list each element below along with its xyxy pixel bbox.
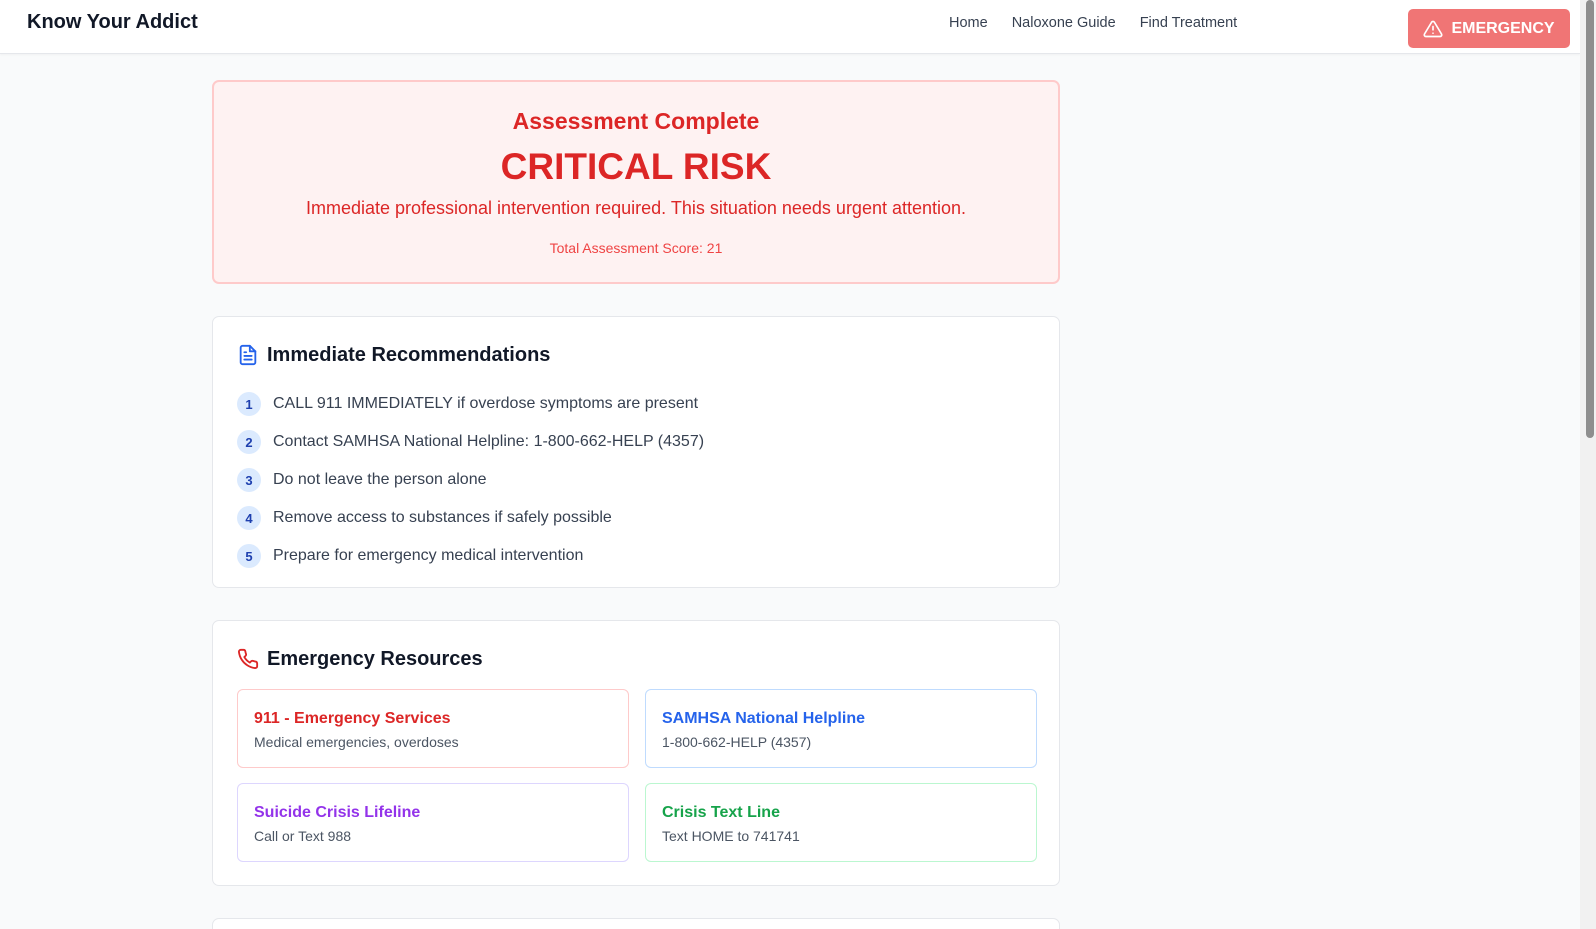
warning-triangle-icon xyxy=(1423,20,1443,37)
emergency-resources-card: Emergency Resources 911 - Emergency Serv… xyxy=(212,620,1060,886)
emergency-button[interactable]: EMERGENCY xyxy=(1408,9,1570,48)
nav-link-naloxone-guide[interactable]: Naloxone Guide xyxy=(1012,15,1116,31)
resources-title-row: Emergency Resources xyxy=(237,647,483,671)
nav-links: Home Naloxone Guide Find Treatment xyxy=(949,15,1261,31)
step-number-badge: 5 xyxy=(237,544,261,568)
brand-logo[interactable]: Know Your Addict xyxy=(27,11,198,34)
nav-link-find-treatment[interactable]: Find Treatment xyxy=(1140,15,1238,31)
scrollbar-thumb[interactable] xyxy=(1586,0,1594,438)
top-navbar: Know Your Addict Home Naloxone Guide Fin… xyxy=(0,0,1580,54)
list-item: 4 Remove access to substances if safely … xyxy=(237,499,704,537)
recommendations-list: 1 CALL 911 IMMEDIATELY if overdose sympt… xyxy=(237,385,704,575)
list-item: 2 Contact SAMHSA National Helpline: 1-80… xyxy=(237,423,704,461)
document-icon xyxy=(239,344,257,366)
recommendation-text: Remove access to substances if safely po… xyxy=(273,509,612,526)
recommendations-title: Immediate Recommendations xyxy=(267,343,551,366)
recommendations-card: Immediate Recommendations 1 CALL 911 IMM… xyxy=(212,316,1060,588)
recommendation-text: CALL 911 IMMEDIATELY if overdose symptom… xyxy=(273,395,699,412)
resource-title: SAMHSA National Helpline xyxy=(662,710,865,727)
step-number-badge: 2 xyxy=(237,430,261,454)
list-item: 1 CALL 911 IMMEDIATELY if overdose sympt… xyxy=(237,385,704,423)
resource-suicide-lifeline[interactable]: Suicide Crisis Lifeline Call or Text 988 xyxy=(237,783,629,862)
resource-subtitle: Medical emergencies, overdoses xyxy=(254,734,459,750)
resource-title: Suicide Crisis Lifeline xyxy=(254,804,421,821)
nav-link-home[interactable]: Home xyxy=(949,15,988,31)
assessment-heading: Assessment Complete xyxy=(512,108,760,134)
resource-subtitle: Call or Text 988 xyxy=(254,828,352,844)
step-number-badge: 3 xyxy=(237,468,261,492)
resource-subtitle: 1-800-662-HELP (4357) xyxy=(662,734,812,750)
phone-icon xyxy=(238,648,259,669)
risk-result-card: Assessment Complete CRITICAL RISK Immedi… xyxy=(212,80,1060,284)
emergency-button-label: EMERGENCY xyxy=(1451,19,1555,37)
recommendation-text: Prepare for emergency medical interventi… xyxy=(273,547,584,564)
next-section-card xyxy=(212,918,1060,929)
step-number-badge: 1 xyxy=(237,392,261,416)
recommendations-title-row: Immediate Recommendations xyxy=(237,343,550,367)
assessment-score: Total Assessment Score: 21 xyxy=(549,240,723,256)
resource-title: 911 - Emergency Services xyxy=(254,710,451,727)
page-scrollbar[interactable] xyxy=(1580,0,1596,929)
resource-911[interactable]: 911 - Emergency Services Medical emergen… xyxy=(237,689,629,768)
list-item: 3 Do not leave the person alone xyxy=(237,461,704,499)
step-number-badge: 4 xyxy=(237,506,261,530)
resource-crisis-text-line[interactable]: Crisis Text Line Text HOME to 741741 xyxy=(645,783,1037,862)
risk-level: CRITICAL RISK xyxy=(500,146,772,187)
recommendation-text: Do not leave the person alone xyxy=(273,471,487,488)
list-item: 5 Prepare for emergency medical interven… xyxy=(237,537,704,575)
recommendation-text: Contact SAMHSA National Helpline: 1-800-… xyxy=(273,433,705,450)
resources-title: Emergency Resources xyxy=(267,647,483,670)
resource-samhsa[interactable]: SAMHSA National Helpline 1-800-662-HELP … xyxy=(645,689,1037,768)
resource-title: Crisis Text Line xyxy=(662,804,780,821)
risk-description: Immediate professional intervention requ… xyxy=(305,198,967,218)
resource-subtitle: Text HOME to 741741 xyxy=(662,828,800,844)
